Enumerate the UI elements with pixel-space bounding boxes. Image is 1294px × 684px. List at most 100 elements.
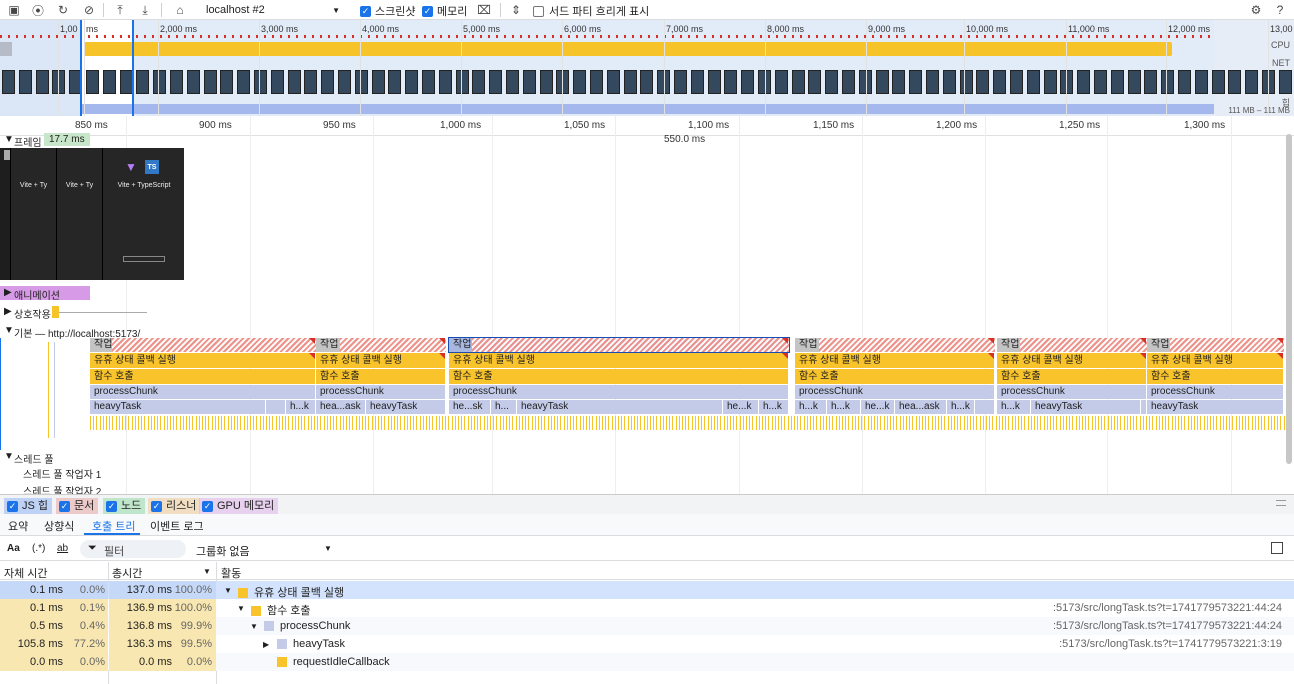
grouping-select[interactable]: 그룹화 없음 ▼ [196, 541, 334, 558]
heavy-task-block[interactable]: he...k [861, 400, 895, 414]
collapsed-arrow-icon[interactable]: ▶ [263, 640, 269, 649]
idle-callback-block[interactable]: 유휴 상태 콜백 실행 [449, 353, 789, 368]
function-call-block[interactable]: 함수 호출 [316, 369, 446, 384]
process-chunk-block[interactable]: processChunk [795, 385, 995, 399]
flame-chart[interactable]: 작업 유휴 상태 콜백 실행 함수 호출 processChunk heavyTask h… [0, 337, 1286, 438]
process-chunk-block[interactable]: processChunk [316, 385, 446, 399]
heavy-task-block[interactable]: he...sk [449, 400, 491, 414]
heavy-task-block[interactable]: h...k [286, 400, 316, 414]
sidebar-toggle-icon[interactable] [1271, 542, 1283, 554]
interaction-track-header[interactable]: ▶ 상호작용 [0, 305, 200, 321]
heavy-task-block[interactable]: h...k [759, 400, 789, 414]
idle-callback-block[interactable]: 유휴 상태 콜백 실행 [316, 353, 446, 368]
function-call-block[interactable]: 함수 호출 [449, 369, 789, 384]
selection-left-handle[interactable] [80, 20, 82, 116]
thread-pool-header[interactable]: ▼ 스레드 풀 [0, 450, 300, 466]
tab-summary[interactable]: 요약 [8, 518, 28, 534]
heavy-task-block[interactable]: heavyTask [1147, 400, 1284, 414]
tab-bottom-up[interactable]: 상향식 [44, 518, 74, 534]
idle-callback-block[interactable]: 유휴 상태 콜백 실행 [795, 353, 995, 368]
legend-item[interactable]: ✓ 노드 [103, 498, 146, 514]
process-chunk-block[interactable]: processChunk [90, 385, 316, 399]
drag-handle-icon[interactable] [1276, 500, 1286, 506]
selection-right-handle[interactable] [132, 20, 134, 116]
heavy-task-block[interactable]: h...k [947, 400, 975, 414]
upload-icon[interactable]: ⤒ [112, 2, 128, 18]
process-chunk-block[interactable]: processChunk [449, 385, 789, 399]
timeline-overview[interactable]: CPU NET 힙 111 MB – 111 MB 1,00 ms 2,000 ms… [0, 20, 1294, 116]
table-row[interactable]: 0.1 ms 0.0% 137.0 ms 100.0% ▼ 유휴 상태 콜백 실행 [0, 581, 1294, 599]
legend-item[interactable]: ✓ 리스너 [148, 498, 201, 514]
collapse-icon[interactable]: ⇕ [508, 2, 524, 18]
clear-icon[interactable]: ⊘ [81, 2, 97, 18]
idle-callback-block[interactable]: 유휴 상태 콜백 실행 [1147, 353, 1284, 368]
col-self-time[interactable]: 자체 시간 [4, 565, 48, 581]
expand-arrow-icon[interactable]: ▼ [224, 586, 232, 595]
table-row[interactable]: 105.8 ms 77.2% 136.3 ms 99.5% ▶ heavyTask:517… [0, 635, 1294, 653]
heavy-task-block[interactable]: h...k [997, 400, 1031, 414]
record-icon[interactable]: ⦿ [30, 2, 46, 18]
heavy-task-block[interactable] [975, 400, 995, 414]
download-icon[interactable]: ⤓ [137, 2, 153, 18]
whole-word-button[interactable]: ab [57, 543, 68, 554]
activity-name[interactable]: 유휴 상태 콜백 실행 [238, 584, 344, 600]
source-link[interactable]: :5173/src/longTask.ts?t=1741779573221:44… [1053, 620, 1282, 632]
expand-arrow-icon[interactable]: ▼ [237, 604, 245, 613]
function-call-block[interactable]: 함수 호출 [1147, 369, 1284, 384]
recording-select[interactable]: localhost #2 ▼ [200, 1, 346, 19]
idle-callback-block[interactable]: 유휴 상태 콜백 실행 [90, 353, 316, 368]
activity-name[interactable]: requestIdleCallback [277, 656, 390, 668]
function-call-block[interactable]: 함수 호출 [90, 369, 316, 384]
heavy-task-block[interactable]: heavyTask [90, 400, 266, 414]
activity-name[interactable]: processChunk [264, 620, 350, 632]
heavy-task-block[interactable]: heavyTask [366, 400, 446, 414]
source-link[interactable]: :5173/src/longTask.ts?t=1741779573221:44… [1053, 602, 1282, 614]
activity-name[interactable]: heavyTask [277, 638, 345, 650]
frames-track-header[interactable]: ▼ 프레임 17.7 ms [0, 132, 1286, 149]
animation-track-header[interactable]: ▶ 애니메이션 [0, 286, 90, 302]
heavy-task-block[interactable] [266, 400, 286, 414]
heavy-task-block[interactable]: heavyTask [517, 400, 723, 414]
col-activity[interactable]: 활동 [221, 565, 241, 581]
home-icon[interactable]: ⌂ [172, 2, 188, 18]
process-chunk-block[interactable]: processChunk [1147, 385, 1284, 399]
table-row[interactable]: 0.5 ms 0.4% 136.8 ms 99.9% ▼ processChunk:517… [0, 617, 1294, 635]
heavy-task-block[interactable]: hea...ask [895, 400, 947, 414]
idle-callback-block[interactable]: 유휴 상태 콜백 실행 [997, 353, 1147, 368]
reload-icon[interactable]: ↻ [55, 2, 71, 18]
third-party-checkbox[interactable]: 서드 파티 흐리게 표시 [533, 3, 649, 19]
gear-icon[interactable]: ⚙ [1248, 2, 1264, 18]
source-link[interactable]: :5173/src/longTask.ts?t=1741779573221:3:… [1059, 638, 1282, 650]
tab-event-log[interactable]: 이벤트 로그 [150, 518, 204, 534]
heavy-task-block[interactable]: h...k [827, 400, 861, 414]
broom-icon[interactable]: ⌧ [476, 2, 492, 18]
main-track-header[interactable]: ▼ 기본 — http://localhost:5173/ [0, 324, 300, 340]
frame-screenshots[interactable]: Vite + Ty Vite + Ty ▼ TS Vite + TypeScri… [0, 148, 184, 280]
toggle-sidebar-icon[interactable]: ▣ [6, 2, 22, 18]
legend-item[interactable]: ✓ JS 힙 [4, 498, 53, 514]
match-case-button[interactable]: Aa [7, 543, 20, 554]
expand-arrow-icon[interactable]: ▼ [250, 622, 258, 631]
activity-name[interactable]: 함수 호출 [251, 602, 311, 618]
worker1-label[interactable]: 스레드 풀 작업자 1 [23, 466, 101, 481]
heavy-task-block[interactable]: heavyTask [1031, 400, 1141, 414]
help-icon[interactable]: ? [1272, 2, 1288, 18]
function-call-block[interactable]: 함수 호출 [795, 369, 995, 384]
legend-item[interactable]: ✓ GPU 메모리 [199, 498, 279, 514]
heavy-task-block[interactable]: he...k [723, 400, 759, 414]
heavy-task-block[interactable]: hea...ask [316, 400, 366, 414]
memory-checkbox[interactable]: ✓ 메모리 [422, 3, 467, 19]
screenshot-checkbox[interactable]: ✓ 스크린샷 [360, 3, 415, 19]
legend-item[interactable]: ✓ 문서 [56, 498, 99, 514]
process-chunk-block[interactable]: processChunk [997, 385, 1147, 399]
filter-input[interactable]: ⏷ 필터 [80, 540, 186, 558]
regex-button[interactable]: (.*) [32, 543, 45, 554]
table-row[interactable]: 0.0 ms 0.0% 0.0 ms 0.0% requestIdleCallback [0, 653, 1294, 671]
heavy-task-block[interactable]: h... [491, 400, 517, 414]
heavy-task-block[interactable]: h...k [795, 400, 827, 414]
table-row[interactable]: 0.1 ms 0.1% 136.9 ms 100.0% ▼ 함수 호출:5173/src/… [0, 599, 1294, 617]
flame-scrollbar[interactable] [1286, 134, 1292, 464]
tab-call-tree[interactable]: 호출 트리 [92, 518, 136, 534]
function-call-block[interactable]: 함수 호출 [997, 369, 1147, 384]
col-total-time[interactable]: 총시간 [112, 565, 142, 581]
